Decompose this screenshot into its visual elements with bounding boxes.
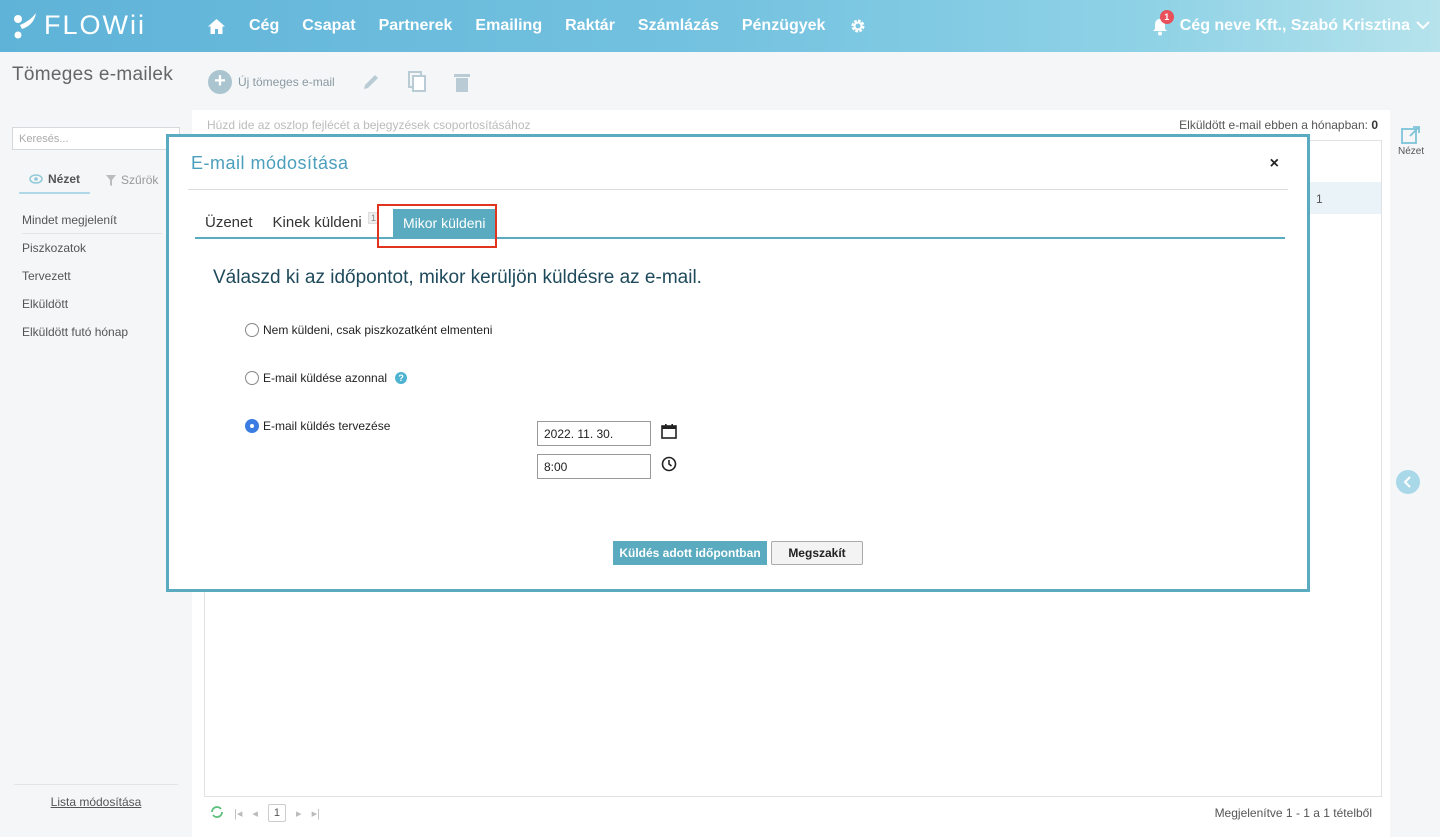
nav-item-szamlazas[interactable]: Számlázás: [638, 17, 719, 35]
open-external-icon[interactable]: [1400, 124, 1422, 146]
tab-recipients[interactable]: Kinek küldeni 1: [263, 212, 389, 237]
time-field[interactable]: 8:00: [537, 454, 651, 479]
first-page-icon[interactable]: |◂: [234, 807, 242, 820]
filter-icon: [106, 174, 117, 186]
option-send-now[interactable]: E-mail küldése azonnal ?: [245, 371, 408, 385]
sidebar-item-scheduled[interactable]: Tervezett: [22, 262, 162, 290]
bell-icon[interactable]: 1: [1152, 10, 1174, 36]
sidebar-item-sent[interactable]: Elküldött: [22, 290, 162, 318]
eye-icon: [29, 174, 43, 184]
sent-count-value: 0: [1371, 118, 1378, 132]
group-by-hint: Húzd ide az oszlop fejlécét a bejegyzése…: [207, 118, 531, 132]
pager-info: Megjelenítve 1 - 1 a 1 tételből: [1214, 806, 1372, 820]
sent-count: Elküldött e-mail ebben a hónapban: 0: [1179, 118, 1378, 132]
nav-item-ceg[interactable]: Cég: [249, 17, 279, 35]
tab-view-label: Nézet: [48, 172, 81, 186]
page-number[interactable]: 1: [267, 804, 287, 822]
page-header: Tömeges e-mailek + Új tömeges e-mail: [0, 52, 1440, 110]
sent-count-label: Elküldött e-mail ebben a hónapban:: [1179, 118, 1368, 132]
copy-icon[interactable]: [407, 71, 427, 93]
tab-highlight-box: [377, 204, 497, 248]
new-bulk-email-button[interactable]: + Új tömeges e-mail: [208, 70, 335, 94]
option-draft-label: Nem küldeni, csak piszkozatként elmenten…: [263, 323, 493, 337]
notification-badge: 1: [1159, 10, 1174, 24]
next-page-icon[interactable]: ▸: [296, 807, 302, 820]
right-rail: Nézet: [1390, 110, 1440, 837]
schedule-heading: Válaszd ki az időpontot, mikor kerüljön …: [213, 267, 702, 288]
tab-recipients-label: Kinek küldeni: [272, 214, 362, 231]
edit-email-modal: E-mail módosítása × Üzenet Kinek küldeni…: [166, 134, 1310, 592]
nav-item-penzugyek[interactable]: Pénzügyek: [742, 17, 826, 35]
trash-icon[interactable]: [453, 72, 471, 92]
search-input[interactable]: Keresés...: [12, 127, 180, 150]
sidebar-item-all[interactable]: Mindet megjelenít: [22, 206, 162, 234]
option-draft[interactable]: Nem küldeni, csak piszkozatként elmenten…: [245, 323, 492, 337]
clock-icon[interactable]: [661, 456, 679, 474]
close-button[interactable]: ×: [1270, 155, 1279, 173]
logo-text: FLOWii: [44, 10, 146, 40]
refresh-icon[interactable]: [210, 805, 224, 822]
home-icon[interactable]: [206, 16, 226, 36]
table-cell-value: 1: [1316, 192, 1323, 206]
tab-filters[interactable]: Szűrök: [96, 168, 168, 194]
view-filter-tabs: Nézet Szűrök: [19, 168, 168, 194]
prev-page-icon[interactable]: ◂: [252, 807, 258, 820]
gear-icon[interactable]: [848, 16, 868, 36]
chevron-down-icon[interactable]: [1416, 17, 1430, 35]
radio-schedule[interactable]: [245, 419, 259, 433]
option-send-now-label: E-mail küldése azonnal: [263, 371, 388, 385]
last-page-icon[interactable]: ▸|: [312, 807, 320, 820]
page-title: Tömeges e-mailek: [12, 64, 174, 85]
chevron-left-icon[interactable]: [1396, 470, 1420, 494]
modal-title: E-mail módosítása: [191, 153, 349, 173]
nav-item-csapat[interactable]: Csapat: [302, 17, 355, 35]
user-name[interactable]: Cég neve Kft., Szabó Krisztina: [1180, 17, 1410, 35]
edit-icon[interactable]: [361, 72, 381, 92]
new-bulk-email-label: Új tömeges e-mail: [238, 75, 335, 89]
nav-item-raktar[interactable]: Raktár: [565, 17, 615, 35]
date-field[interactable]: 2022. 11. 30.: [537, 421, 651, 446]
sidebar-item-drafts[interactable]: Piszkozatok: [22, 234, 162, 262]
logo[interactable]: FLOWii: [12, 10, 146, 41]
pager: |◂ ◂ 1 ▸ ▸|: [210, 804, 330, 822]
rail-view-label[interactable]: Nézet: [1398, 146, 1424, 157]
nav-item-partnerek[interactable]: Partnerek: [379, 17, 453, 35]
toolbar: + Új tömeges e-mail: [208, 70, 497, 94]
sidebar-item-sent-current-month[interactable]: Elküldött futó hónap: [22, 318, 162, 346]
radio-send-now[interactable]: [245, 371, 259, 385]
cancel-button[interactable]: Megszakít: [771, 541, 863, 565]
option-schedule-label: E-mail küldés tervezése: [263, 419, 391, 433]
help-icon[interactable]: ?: [395, 372, 408, 384]
nav-item-emailing[interactable]: Emailing: [475, 17, 542, 35]
modal-divider: [188, 189, 1288, 190]
radio-draft[interactable]: [245, 323, 259, 337]
tab-view[interactable]: Nézet: [19, 168, 91, 194]
sidebar-list: Mindet megjelenít Piszkozatok Tervezett …: [22, 206, 162, 346]
option-schedule[interactable]: E-mail küldés tervezése: [245, 419, 390, 433]
plus-icon: +: [208, 70, 232, 94]
user-menu[interactable]: 1 Cég neve Kft., Szabó Krisztina: [1152, 0, 1430, 52]
sidebar: Keresés... Nézet Szűrök Mindet megjelení…: [0, 110, 192, 837]
modal-tabs: Üzenet Kinek küldeni 1 Mikor küldeni: [195, 209, 1285, 239]
tab-message[interactable]: Üzenet: [195, 214, 263, 237]
send-scheduled-button[interactable]: Küldés adott időpontban: [613, 541, 767, 565]
top-navigation-bar: FLOWii Cég Csapat Partnerek Emailing Rak…: [0, 0, 1440, 52]
main-nav: Cég Csapat Partnerek Emailing Raktár Szá…: [206, 0, 891, 52]
edit-list-link[interactable]: Lista módosítása: [14, 784, 178, 809]
flowii-logo-icon: [14, 12, 36, 38]
tab-filters-label: Szűrök: [121, 173, 159, 187]
calendar-icon[interactable]: [661, 423, 679, 441]
